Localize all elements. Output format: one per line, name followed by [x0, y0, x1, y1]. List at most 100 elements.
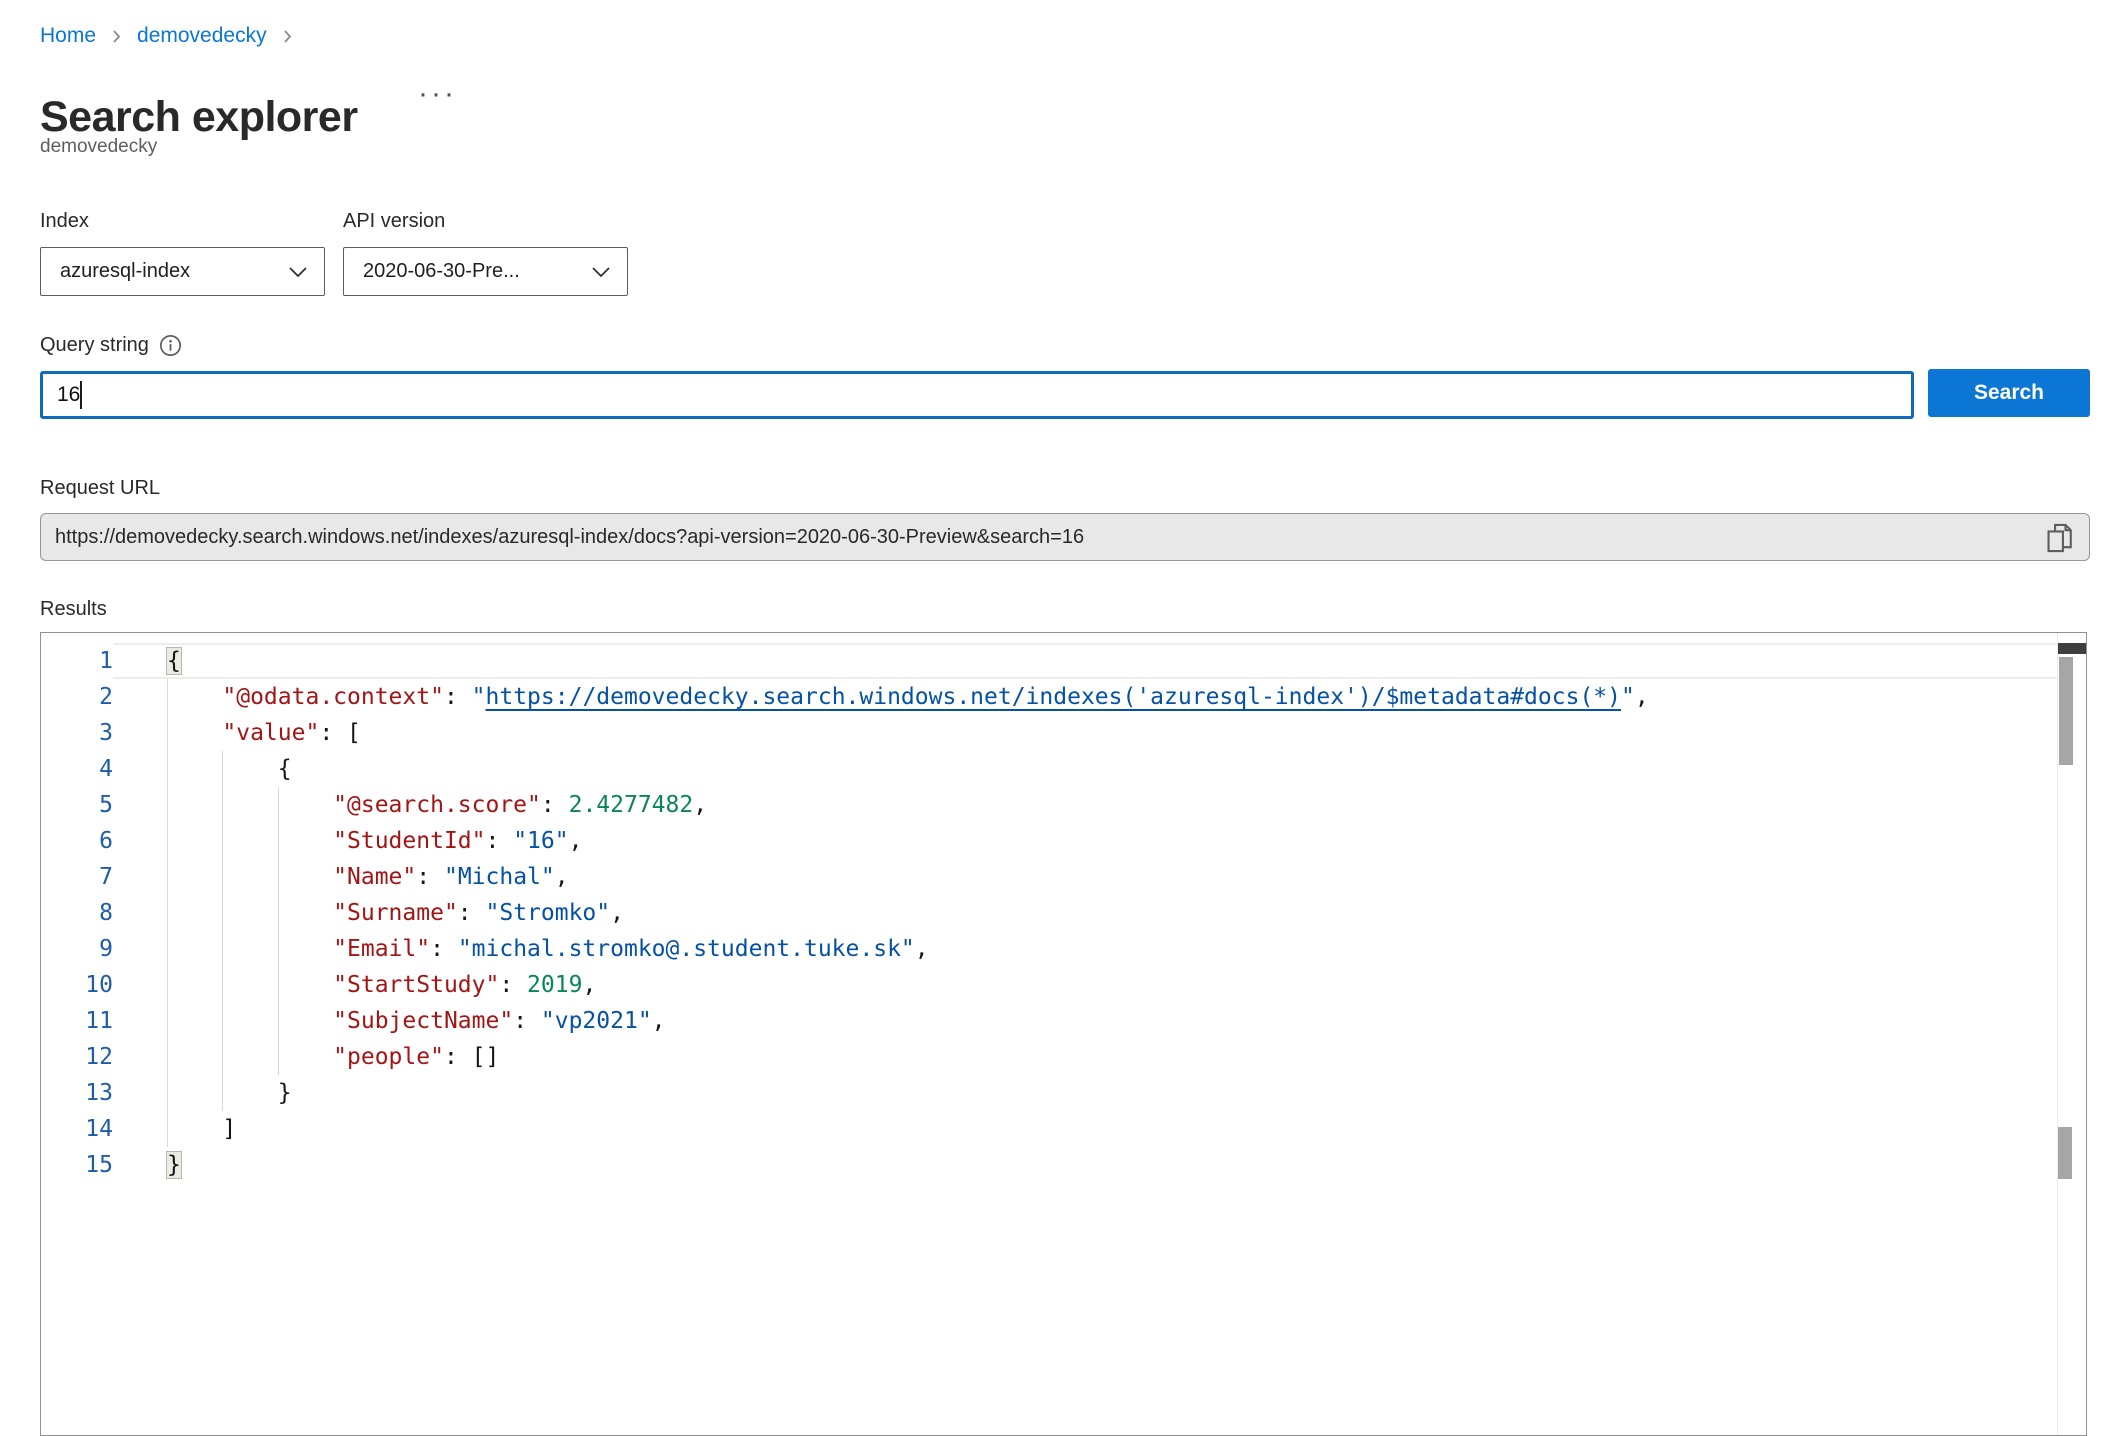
- token-k: "Surname": [333, 900, 458, 926]
- indent-guide: [167, 1039, 168, 1075]
- indent-guide: [167, 1003, 168, 1039]
- token-p: [167, 792, 333, 818]
- token-p: ,: [1635, 684, 1649, 710]
- indent-guide: [222, 895, 223, 931]
- token-s: "vp2021": [541, 1008, 652, 1034]
- token-p: [167, 936, 333, 962]
- token-s: ": [1621, 684, 1635, 710]
- editor-scrollbar: [2057, 633, 2086, 1435]
- line-number: 15: [41, 1147, 113, 1183]
- code-line-text: }: [113, 1147, 2058, 1183]
- token-n: 2019: [527, 972, 582, 998]
- token-k: "people": [333, 1044, 444, 1070]
- code-line: 2 "@odata.context": "https://demovedecky…: [41, 679, 2058, 715]
- breadcrumb-home-link[interactable]: Home: [40, 24, 96, 48]
- code-line: 12 "people": []: [41, 1039, 2058, 1075]
- query-string-label: Query string: [40, 334, 149, 357]
- line-number: 13: [41, 1075, 113, 1111]
- token-p: ,: [610, 900, 624, 926]
- token-s: "Michal": [444, 864, 555, 890]
- line-number: 3: [41, 715, 113, 751]
- info-icon[interactable]: [159, 334, 182, 357]
- api-version-dropdown[interactable]: 2020-06-30-Pre...: [343, 247, 628, 296]
- indent-guide: [167, 1075, 168, 1111]
- token-p: :: [486, 828, 514, 854]
- indent-guide: [222, 967, 223, 1003]
- token-p: [167, 828, 333, 854]
- breadcrumb: Home demovedecky: [40, 24, 308, 48]
- indent-guide: [167, 895, 168, 931]
- code-line-text: "Email": "michal.stromko@.student.tuke.s…: [113, 931, 2058, 967]
- odata-context-link[interactable]: https://demovedecky.search.windows.net/i…: [486, 684, 1621, 710]
- token-p: {: [167, 756, 292, 782]
- copy-icon[interactable]: [2043, 520, 2079, 556]
- code-line: 10 "StartStudy": 2019,: [41, 967, 2058, 1003]
- indent-guide: [167, 859, 168, 895]
- code-line: 15}: [41, 1147, 2058, 1183]
- chevron-right-icon: [109, 28, 124, 45]
- code-line-text: "StartStudy": 2019,: [113, 967, 2058, 1003]
- token-p: [167, 900, 333, 926]
- scrollbar-thumb[interactable]: [2059, 657, 2073, 765]
- token-k: "SubjectName": [333, 1008, 513, 1034]
- token-p: }: [167, 1080, 292, 1106]
- token-p: :: [416, 864, 444, 890]
- search-button[interactable]: Search: [1928, 369, 2090, 417]
- code-line: 11 "SubjectName": "vp2021",: [41, 1003, 2058, 1039]
- indent-guide: [222, 1003, 223, 1039]
- scrollbar-top-decoration: [2058, 643, 2086, 654]
- code-line: 1{: [41, 643, 2058, 679]
- token-s: "Stromko": [486, 900, 611, 926]
- index-dropdown-value: azuresql-index: [60, 260, 288, 283]
- code-line-text: "@odata.context": "https://demovedecky.s…: [113, 679, 2058, 715]
- line-number: 5: [41, 787, 113, 823]
- indent-guide: [278, 823, 279, 859]
- page-title: Search explorer: [40, 93, 358, 142]
- index-dropdown[interactable]: azuresql-index: [40, 247, 325, 296]
- token-p: ,: [693, 792, 707, 818]
- token-p: ]: [167, 1116, 236, 1142]
- token-k: "StudentId": [333, 828, 485, 854]
- token-k: "@search.score": [333, 792, 541, 818]
- code-line: 13 }: [41, 1075, 2058, 1111]
- token-p: : []: [444, 1044, 499, 1070]
- indent-guide: [167, 931, 168, 967]
- code-line: 4 {: [41, 751, 2058, 787]
- code-line-text: "@search.score": 2.4277482,: [113, 787, 2058, 823]
- results-editor[interactable]: 1{2 "@odata.context": "https://demovedec…: [40, 632, 2087, 1436]
- line-number: 9: [41, 931, 113, 967]
- code-line-text: {: [113, 643, 2058, 679]
- line-number: 11: [41, 1003, 113, 1039]
- line-number: 12: [41, 1039, 113, 1075]
- query-string-input[interactable]: [40, 371, 1914, 419]
- line-number: 2: [41, 679, 113, 715]
- overview-ruler-marker: [2058, 1127, 2072, 1179]
- code-line: 8 "Surname": "Stromko",: [41, 895, 2058, 931]
- token-p: :: [541, 792, 569, 818]
- code-line-text: "value": [: [113, 715, 2058, 751]
- token-p: [167, 684, 222, 710]
- breadcrumb-resource-link[interactable]: demovedecky: [137, 24, 267, 48]
- indent-guide: [222, 859, 223, 895]
- token-k: "Email": [333, 936, 430, 962]
- code-line-text: "Surname": "Stromko",: [113, 895, 2058, 931]
- token-k: "value": [222, 720, 319, 746]
- indent-guide: [167, 679, 168, 715]
- token-p: [167, 720, 222, 746]
- more-options-button[interactable]: ···: [412, 78, 463, 110]
- line-number: 6: [41, 823, 113, 859]
- token-s: ": [472, 684, 486, 710]
- token-n: 2.4277482: [569, 792, 694, 818]
- indent-guide: [278, 859, 279, 895]
- matched-bracket: }: [167, 1152, 181, 1178]
- token-s: "16": [513, 828, 568, 854]
- code-line-text: {: [113, 751, 2058, 787]
- code-line-text: "StudentId": "16",: [113, 823, 2058, 859]
- results-code[interactable]: 1{2 "@odata.context": "https://demovedec…: [41, 633, 2058, 1435]
- indent-guide: [278, 1003, 279, 1039]
- token-p: :: [499, 972, 527, 998]
- request-url-field[interactable]: https://demovedecky.search.windows.net/i…: [40, 513, 2090, 561]
- api-version-label: API version: [343, 210, 445, 233]
- indent-guide: [222, 1039, 223, 1075]
- page-subtitle: demovedecky: [40, 136, 157, 158]
